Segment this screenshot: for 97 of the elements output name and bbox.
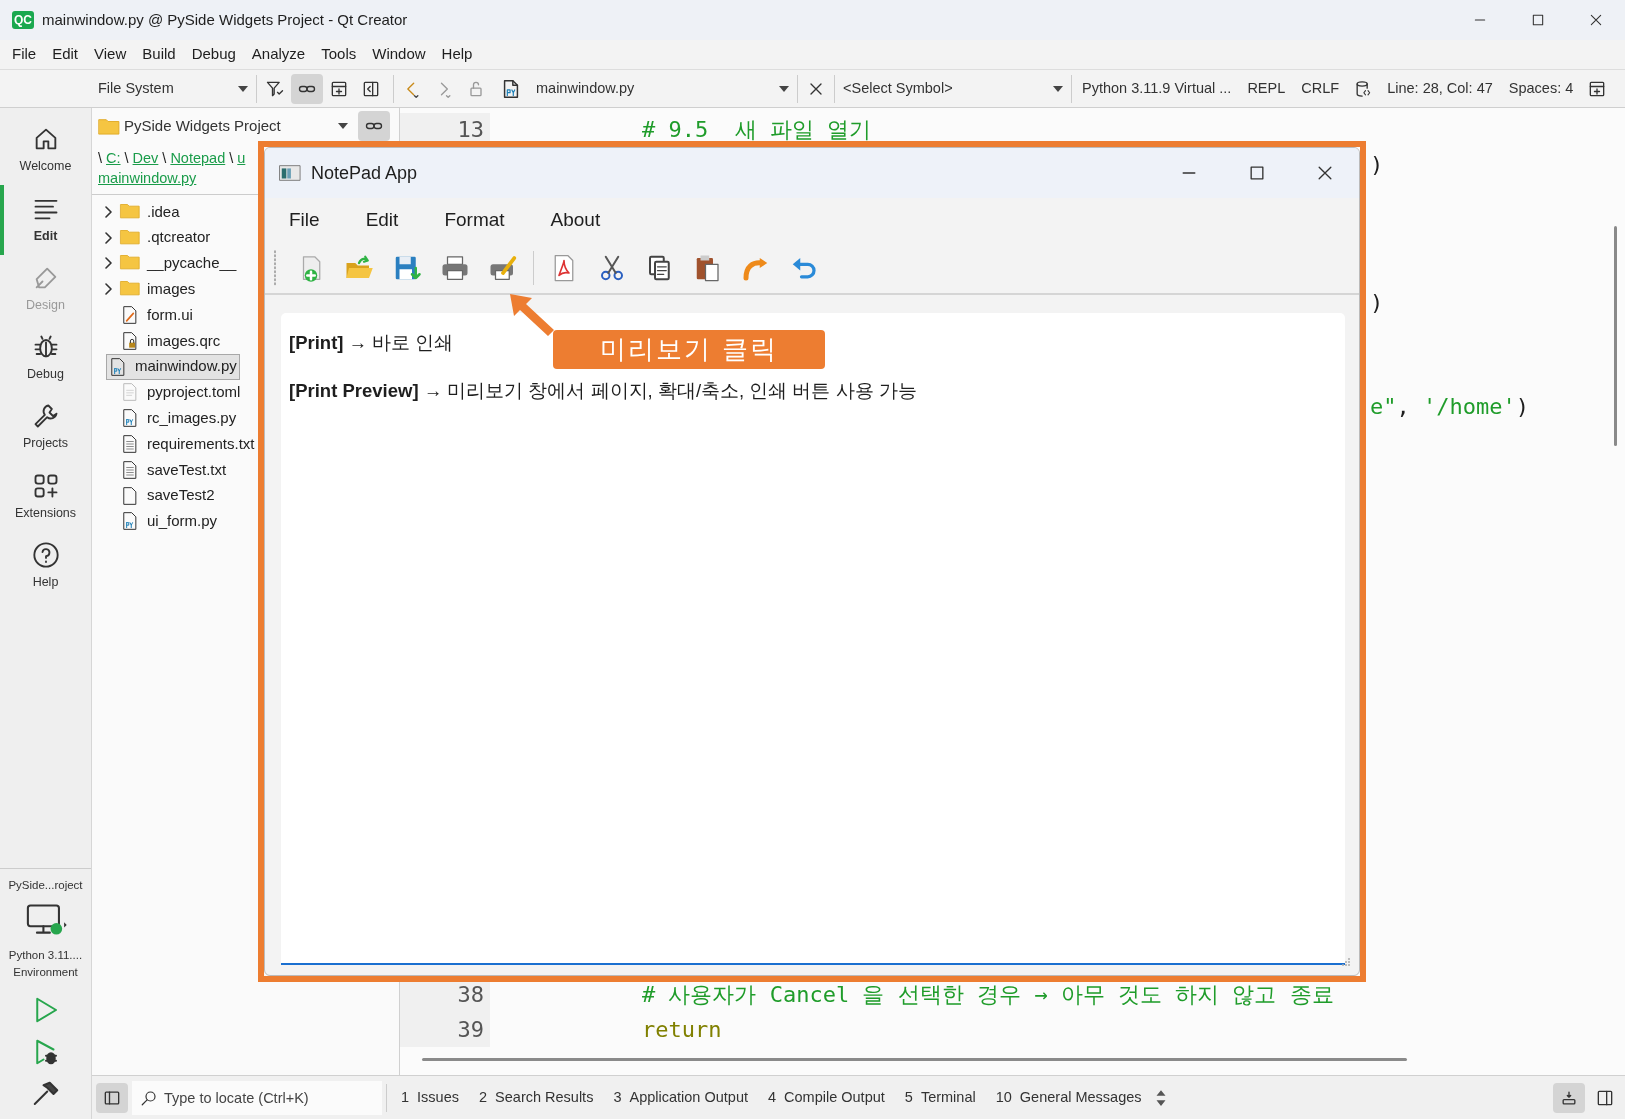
menu-item[interactable]: Window xyxy=(364,43,434,66)
help-icon xyxy=(31,541,60,570)
tree-item[interactable]: rc_images.py xyxy=(92,405,240,432)
view-dropdown[interactable]: File System xyxy=(92,70,254,107)
code-text: ) xyxy=(1370,153,1384,176)
document-dropdown[interactable]: mainwindow.py xyxy=(530,70,795,107)
panel-button[interactable] xyxy=(1553,1082,1585,1113)
scrollbar[interactable] xyxy=(1614,226,1617,446)
link-button[interactable] xyxy=(358,111,390,141)
window-title: mainwindow.py @ PySide Widgets Project - Qt Creator xyxy=(42,9,409,30)
tree-item[interactable]: form.ui xyxy=(92,302,196,328)
indentation-button[interactable]: Spaces: 4 xyxy=(1500,70,1582,107)
code-text: return xyxy=(642,1018,722,1041)
locator-field[interactable]: Type to locate (Ctrl+K) xyxy=(132,1080,382,1115)
menu-item[interactable]: Help xyxy=(433,43,481,66)
line-number: 39 xyxy=(457,1018,484,1041)
kit-label: Python 3.11.... xyxy=(8,947,83,963)
menu-item[interactable]: Edit xyxy=(349,206,415,235)
code-text: ) xyxy=(1370,292,1384,315)
menu-item[interactable]: File xyxy=(4,43,45,66)
line-ending-button[interactable]: CRLF xyxy=(1293,70,1348,107)
code-text: # 사용자가 Cancel 을 선택한 경우 → 아무 것도 하지 않고 종료 xyxy=(642,984,1334,1007)
project-dropdown[interactable]: PySide Widgets Project xyxy=(92,108,354,144)
mode-button[interactable]: Edit xyxy=(0,185,91,255)
project-name: PySide...roject xyxy=(8,878,83,894)
text-line: [Print] → 바로 인쇄 xyxy=(289,331,454,355)
path-link[interactable]: mainwindow.py xyxy=(98,168,197,188)
path-separator: \ xyxy=(98,149,103,168)
search-icon xyxy=(140,1088,158,1107)
repl-button[interactable]: REPL xyxy=(1239,70,1294,107)
output-pane-tab[interactable]: 1 Issues xyxy=(393,1086,467,1109)
menu-item[interactable]: View xyxy=(86,43,135,66)
close-icon[interactable] xyxy=(1588,12,1604,28)
line-number: 13 xyxy=(457,119,484,142)
app-logo: QC xyxy=(12,11,34,29)
menu-item[interactable]: File xyxy=(273,206,336,235)
grip-icon xyxy=(273,250,277,286)
caret-icon xyxy=(1053,84,1063,93)
tree-item[interactable]: __pycache__ xyxy=(92,250,240,277)
tree-item[interactable]: requirements.txt xyxy=(92,431,258,457)
resize-grip-icon[interactable] xyxy=(1341,957,1351,967)
link-button[interactable] xyxy=(291,73,323,104)
mode-button[interactable]: Welcome xyxy=(0,116,91,186)
menu-item[interactable]: Build xyxy=(134,43,184,66)
mode-button[interactable]: Extensions xyxy=(0,462,91,532)
mode-button[interactable]: Projects xyxy=(0,393,91,463)
path-link[interactable]: C: xyxy=(106,148,121,168)
path-separator: \ xyxy=(162,149,167,168)
callout-label: 미리보기 클릭 xyxy=(553,330,825,369)
path-separator: \ xyxy=(229,149,234,168)
tree-item[interactable]: mainwindow.py xyxy=(106,353,240,380)
output-pane-tab[interactable]: 3 Application Output xyxy=(605,1086,756,1109)
caret-icon xyxy=(779,84,789,93)
text-line: [Print Preview] → 미리보기 창에서 페이지, 확대/축소, 인쇄 버튼 사용 가능 xyxy=(289,378,917,403)
callout-arrow xyxy=(508,292,556,338)
path-separator: \ xyxy=(124,149,129,168)
output-pane-tab[interactable]: 5 Terminal xyxy=(896,1086,984,1109)
menu-item[interactable]: Edit xyxy=(44,43,87,66)
caret-icon xyxy=(238,84,248,93)
code-text: ) xyxy=(1515,396,1529,419)
menu-item[interactable]: Analyze xyxy=(243,43,314,66)
tree-item[interactable]: images xyxy=(92,276,199,303)
output-pane-tab[interactable]: 10 General Messages xyxy=(987,1086,1150,1109)
tree-item[interactable]: pyproject.toml xyxy=(92,379,244,406)
code-text: , xyxy=(1396,396,1411,419)
window-title: NotePad App xyxy=(311,161,419,185)
menu-item[interactable]: Tools xyxy=(313,43,365,66)
scrollbar[interactable] xyxy=(422,1058,1407,1061)
mode-button[interactable]: Help xyxy=(0,531,91,602)
menu-item[interactable]: About xyxy=(534,206,617,235)
line-number: 38 xyxy=(457,984,484,1007)
folder-icon xyxy=(98,117,120,135)
code-text: '/home' xyxy=(1423,396,1516,419)
symbol-dropdown[interactable]: <Select Symbol> xyxy=(837,70,1069,107)
tree-item[interactable]: saveTest.txt xyxy=(92,456,230,483)
menu-item[interactable]: Format xyxy=(428,206,521,235)
mode-button[interactable]: Debug xyxy=(0,323,91,394)
code-text: # 9.5 새 파일 열기 xyxy=(642,119,872,142)
print-preview-icon[interactable] xyxy=(488,253,518,283)
output-pane-tab[interactable]: 4 Compile Output xyxy=(760,1086,893,1109)
tree-item[interactable]: saveTest2 xyxy=(92,482,218,509)
caret-icon xyxy=(338,122,348,130)
tree-item[interactable]: .idea xyxy=(92,199,183,225)
window-icon xyxy=(279,163,301,183)
path-link[interactable]: Notepad xyxy=(170,148,226,168)
cursor-position[interactable]: Line: 28, Col: 47 xyxy=(1379,70,1501,107)
sidebar-toggle-button[interactable] xyxy=(96,1082,128,1113)
output-pane-tab[interactable]: 2 Search Results xyxy=(471,1086,602,1109)
menu-item[interactable]: Debug xyxy=(183,43,244,66)
interpreter-button[interactable]: Python 3.11.9 Virtual ... xyxy=(1074,70,1240,107)
code-text: e" xyxy=(1370,396,1397,419)
maximize-icon[interactable] xyxy=(1530,12,1546,28)
tree-item[interactable]: .qtcreator xyxy=(92,224,214,251)
kit-label: Environment xyxy=(13,964,78,980)
printer-icon[interactable] xyxy=(440,253,470,283)
tree-item[interactable]: ui_form.py xyxy=(92,508,221,535)
tree-item[interactable]: images.qrc xyxy=(92,328,224,354)
